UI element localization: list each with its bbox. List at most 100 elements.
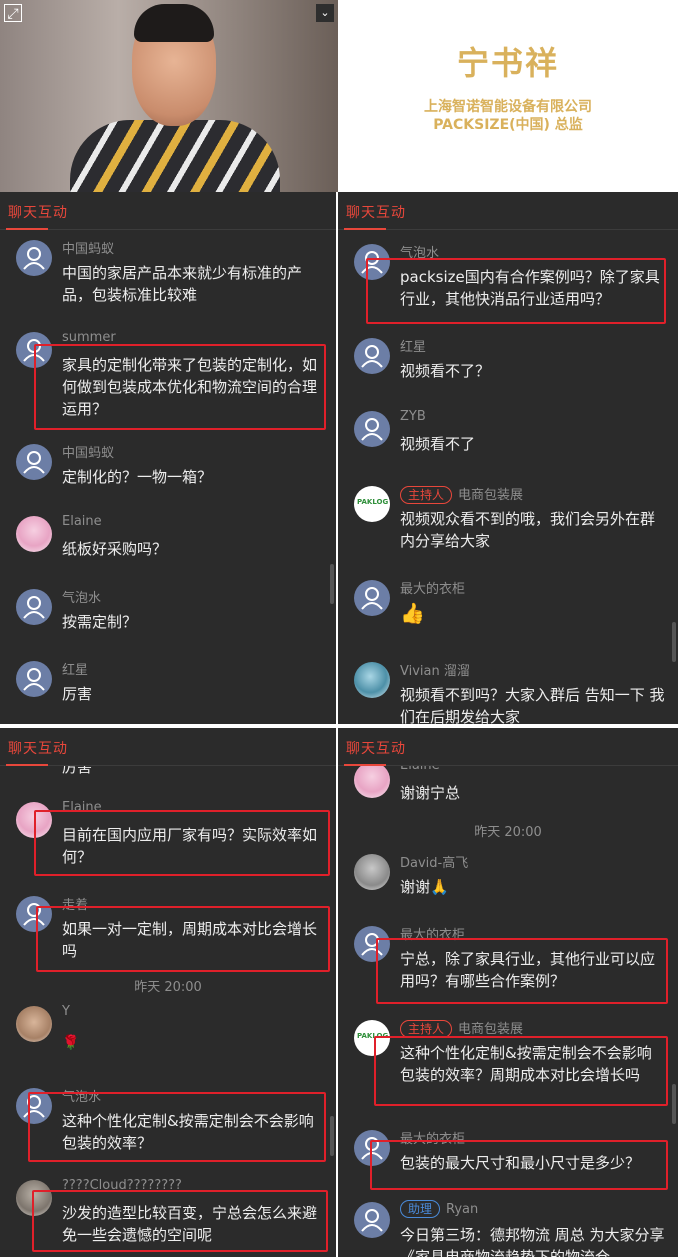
message-text: 厉害 (62, 685, 93, 703)
message-text: 谢谢🙏 (400, 878, 449, 896)
chat-message: ZYB 视频看不了 (354, 409, 670, 469)
user-name: Elaine (62, 514, 102, 529)
chat-panel-4[interactable]: 聊天互动 Elaine 谢谢宁总 昨天 20:00 David-高飞 谢谢🙏 最… (338, 728, 678, 1257)
scrollbar-thumb[interactable] (672, 1084, 676, 1124)
chat-message: Elaine 纸板好采购吗？ (16, 514, 328, 574)
message-text: 沙发的造型比较百变，宁总会怎么来避免一些会遗憾的空间呢 (62, 1204, 318, 1244)
user-avatar[interactable] (16, 802, 52, 838)
chat-message: 红星 视频看不了？ (354, 336, 670, 396)
chevrons-icon[interactable]: ⌄ (316, 4, 334, 22)
user-name-row: 主持人 电商包装展 (400, 1018, 523, 1038)
chat-message: ????Cloud???????? 沙发的造型比较百变，宁总会怎么来避免一些会遗… (16, 1178, 328, 1256)
user-name: David-高飞 (400, 856, 469, 871)
user-avatar[interactable] (354, 1202, 390, 1238)
message-text: packsize国内有合作案例吗？除了家具行业，其他快消品行业适用吗？ (400, 268, 660, 308)
scrollbar-thumb[interactable] (330, 1116, 334, 1156)
message-text: 包装的最大尺寸和最小尺寸是多少？ (400, 1154, 641, 1172)
chat-message: 最大的衣柜 宁总，除了家具行业，其他行业可以应用吗？有哪些合作案例？ (354, 924, 670, 1004)
chat-message: Elaine 目前在国内应用厂家有吗？实际效率如何？ (16, 800, 328, 880)
message-text: 这种个性化定制&按需定制会不会影响包装的效率？周期成本对比会增长吗 (400, 1044, 652, 1084)
user-name-row: 助理 Ryan (400, 1200, 478, 1218)
chat-panel-1[interactable]: 聊天互动 中国蚂蚁 中国的家居产品本来就少有标准的产品，包装标准比较难 summ… (0, 192, 336, 724)
user-name: summer (62, 330, 116, 345)
chat-message: 气泡水 这种个性化定制&按需定制会不会影响包装的效率？ (16, 1086, 328, 1166)
chat-header: 聊天互动 (338, 728, 678, 766)
message-text: 中国的家居产品本来就少有标准的产品，包装标准比较难 (62, 264, 303, 304)
user-name: Elaine (62, 800, 102, 815)
scrollbar-thumb[interactable] (330, 564, 334, 604)
message-text: 视频看不了？ (400, 362, 491, 380)
user-avatar[interactable] (16, 661, 52, 697)
chat-message: Y 🌹 (16, 1004, 328, 1074)
message-text: 纸板好采购吗？ (62, 540, 168, 558)
user-avatar[interactable] (354, 662, 390, 698)
host-avatar[interactable]: PAKLOG (354, 1020, 390, 1056)
chat-message: 最大的衣柜 👍 (354, 578, 670, 638)
user-avatar[interactable] (354, 411, 390, 447)
user-avatar[interactable] (16, 332, 52, 368)
user-name: 最大的衣柜 (400, 928, 466, 943)
user-avatar[interactable] (16, 896, 52, 932)
speaker-hair (134, 4, 214, 42)
rose-emoji: 🌹 (62, 1035, 80, 1051)
user-avatar[interactable] (16, 589, 52, 625)
user-avatar[interactable] (16, 444, 52, 480)
chat-message: PAKLOG 主持人 电商包装展 这种个性化定制&按需定制会不会影响包装的效率？周… (354, 1018, 670, 1114)
chat-tab[interactable]: 聊天互动 (8, 738, 68, 758)
user-avatar[interactable] (354, 854, 390, 890)
user-name: 最大的衣柜 (400, 1132, 466, 1147)
message-text: 如果一对一定制，周期成本对比会增长吗 (62, 920, 318, 960)
user-name: ZYB (400, 409, 426, 424)
user-name: 中国蚂蚁 (62, 242, 115, 257)
message-text: 目前在国内应用厂家有吗？实际效率如何？ (62, 826, 318, 866)
message-text: 按需定制？ (62, 613, 138, 631)
user-name: ????Cloud???????? (62, 1178, 182, 1193)
speaker-role: PACKSIZE(中国) 总监 (433, 117, 583, 133)
chat-panel-2[interactable]: 聊天互动 气泡水 packsize国内有合作案例吗？除了家具行业，其他快消品行业… (338, 192, 678, 724)
user-avatar[interactable] (16, 240, 52, 276)
chat-message: 红星 厉害 (16, 659, 328, 719)
expand-icon[interactable]: ⤢ (4, 4, 22, 22)
user-name: 红星 (400, 340, 427, 355)
user-avatar[interactable] (354, 244, 390, 280)
user-avatar[interactable] (16, 1180, 52, 1216)
user-avatar[interactable] (354, 580, 390, 616)
user-avatar[interactable] (354, 338, 390, 374)
user-name: 走着 (62, 898, 89, 913)
user-name: 电商包装展 (458, 488, 524, 503)
user-name: 气泡水 (62, 1090, 102, 1105)
user-avatar[interactable] (354, 1130, 390, 1166)
chat-header: 聊天互动 (338, 192, 678, 230)
tab-underline (344, 764, 386, 766)
user-name: Vivian 溜溜 (400, 664, 470, 679)
tab-underline (344, 228, 386, 230)
chat-tab[interactable]: 聊天互动 (346, 738, 406, 758)
video-panel[interactable]: ⤢ ⌄ (0, 0, 338, 192)
chat-panel-3[interactable]: 聊天互动 厉害 Elaine 目前在国内应用厂家有吗？实际效率如何？ 走着 如果… (0, 728, 336, 1257)
chat-message: summer 家具的定制化带来了包装的定制化，如何做到包装成本优化和物流空间的合… (16, 330, 328, 420)
chat-header: 聊天互动 (0, 192, 336, 230)
host-badge: 主持人 (400, 486, 453, 504)
speaker-name: 宁书祥 (456, 44, 559, 82)
user-avatar[interactable] (354, 762, 390, 798)
user-name: Y (62, 1004, 70, 1019)
message-text: 视频看不了 (400, 435, 476, 453)
paklog-logo: PAKLOG (357, 1032, 389, 1040)
user-name: 中国蚂蚁 (62, 446, 115, 461)
chat-tab[interactable]: 聊天互动 (346, 202, 406, 222)
scrollbar-thumb[interactable] (672, 622, 676, 662)
paklog-logo: PAKLOG (357, 498, 389, 506)
chat-tab[interactable]: 聊天互动 (8, 202, 68, 222)
user-avatar[interactable] (16, 1006, 52, 1042)
user-avatar[interactable] (16, 1088, 52, 1124)
message-text: 家具的定制化带来了包装的定制化，如何做到包装成本优化和物流空间的合理运用？ (62, 356, 318, 418)
message-text: 这种个性化定制&按需定制会不会影响包装的效率？ (62, 1112, 314, 1152)
user-avatar[interactable] (354, 926, 390, 962)
speaker-shirt (70, 120, 280, 192)
message-text: 视频看不到吗？大家入群后 告知一下 我们在后期发给大家 (400, 686, 665, 724)
host-avatar[interactable]: PAKLOG (354, 486, 390, 522)
user-avatar[interactable] (16, 516, 52, 552)
chat-header: 聊天互动 (0, 728, 336, 766)
user-name: Ryan (446, 1202, 479, 1217)
message-text: 谢谢宁总 (400, 784, 461, 802)
